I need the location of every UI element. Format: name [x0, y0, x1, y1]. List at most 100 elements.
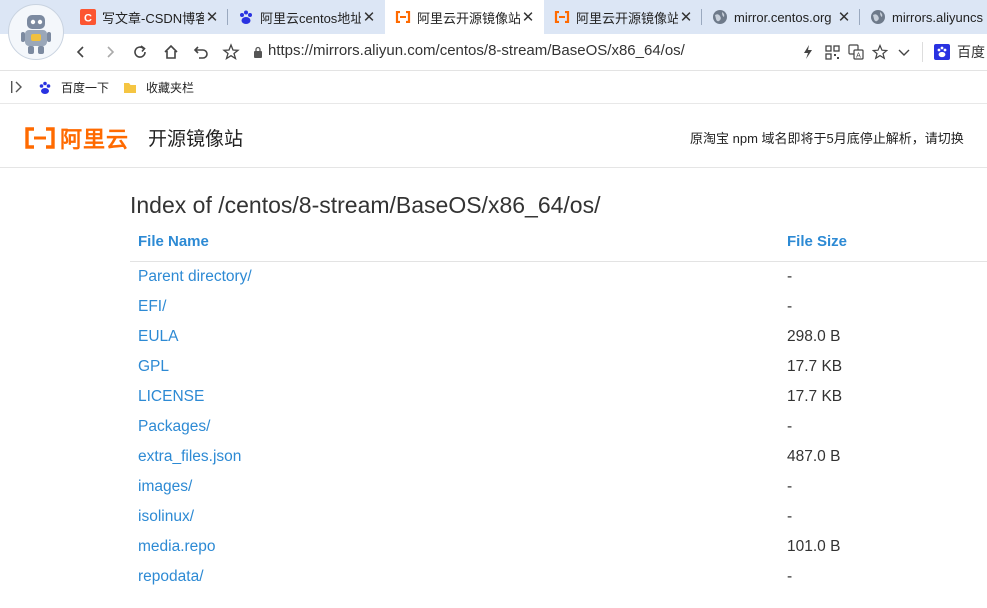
baidu-paw-icon [39, 81, 51, 94]
file-link[interactable]: repodata/ [138, 568, 204, 586]
table-row: Packages/ - [0, 412, 987, 442]
site-header: 阿里云 开源镜像站 原淘宝 npm 域名即将于5月底停止解析，请切换 [0, 104, 987, 168]
table-row: extra_files.json 487.0 B [0, 442, 987, 472]
site-title: 开源镜像站 [148, 129, 244, 150]
tab-title: 阿里云开源镜像站 [576, 10, 678, 26]
file-link[interactable]: EFI/ [138, 298, 166, 316]
home-icon [164, 44, 178, 59]
folder-icon [124, 82, 136, 93]
file-size: - [787, 298, 793, 315]
globe-icon [712, 9, 728, 25]
file-size: 17.7 KB [787, 388, 843, 405]
lightning-icon[interactable] [800, 44, 816, 60]
tab-mirrors-aliyuncs[interactable]: mirrors.aliyuncs [860, 0, 987, 34]
table-row: media.repo 101.0 B [0, 532, 987, 562]
file-size: - [787, 568, 793, 585]
file-size: 101.0 B [787, 538, 841, 555]
file-size: 17.7 KB [787, 358, 843, 375]
arrow-left-icon [76, 46, 84, 58]
tab-title: 阿里云centos地址 [260, 10, 361, 26]
favorite-star-icon[interactable] [872, 44, 888, 60]
file-link[interactable]: LICENSE [138, 388, 204, 406]
home-button[interactable] [160, 41, 182, 63]
url-field[interactable]: https://mirrors.aliyun.com/centos/8-stre… [268, 42, 685, 59]
file-link[interactable]: media.repo [138, 538, 216, 556]
tab-strip: C 写文章-CSDN博客 ✕ 阿里云centos地址 ✕ 阿里云开源镜像站 ✕ … [0, 0, 987, 60]
tab-csdn[interactable]: C 写文章-CSDN博客 ✕ [70, 0, 228, 34]
svg-text:C: C [84, 13, 92, 25]
translate-icon[interactable]: A [848, 44, 864, 60]
csdn-icon: C [80, 9, 96, 25]
file-link[interactable]: images/ [138, 478, 192, 496]
bookmark-folder-favorites[interactable]: 收藏夹栏 [123, 79, 194, 96]
star-icon [222, 43, 240, 60]
close-icon[interactable]: ✕ [361, 8, 377, 26]
search-engine-label[interactable]: 百度 [957, 42, 985, 62]
forward-button[interactable] [99, 41, 121, 63]
bookmarks-bar: 百度一下 收藏夹栏 [0, 71, 987, 104]
file-link[interactable]: isolinux/ [138, 508, 194, 526]
reload-icon [134, 45, 146, 58]
tab-aliyun-mirror-active[interactable]: 阿里云开源镜像站 ✕ [385, 0, 544, 34]
lock-icon [254, 46, 262, 58]
file-size: - [787, 268, 793, 285]
table-row: EFI/ - [0, 292, 987, 322]
baidu-paw-icon [238, 9, 254, 25]
address-toolbar: https://mirrors.aliyun.com/centos/8-stre… [0, 34, 987, 71]
tab-title: mirror.centos.org [734, 9, 832, 25]
bookmark-label: 百度一下 [61, 81, 110, 95]
close-icon[interactable]: ✕ [204, 8, 220, 26]
file-size: 298.0 B [787, 328, 841, 345]
file-size: - [787, 508, 793, 525]
table-row: GPL 17.7 KB [0, 352, 987, 382]
qr-code-icon[interactable] [824, 44, 840, 60]
table-row: images/ - [0, 472, 987, 502]
baidu-search-icon[interactable] [934, 44, 950, 60]
robot-avatar-icon [21, 15, 51, 54]
file-link[interactable]: EULA [138, 328, 179, 346]
reload-button[interactable] [129, 41, 151, 63]
bookmark-baidu[interactable]: 百度一下 [38, 79, 109, 96]
close-icon[interactable]: ✕ [836, 8, 852, 26]
file-link[interactable]: Packages/ [138, 418, 210, 436]
page-title: Index of /centos/8-stream/BaseOS/x86_64/… [130, 192, 601, 218]
file-link[interactable]: Parent directory/ [138, 268, 252, 286]
file-link[interactable]: extra_files.json [138, 448, 241, 466]
table-row: LICENSE 17.7 KB [0, 382, 987, 412]
undo-button[interactable] [190, 41, 212, 63]
aliyun-logo-icon [25, 127, 55, 149]
tab-title: mirrors.aliyuncs [892, 9, 984, 25]
notice-banner[interactable]: 原淘宝 npm 域名即将于5月底停止解析，请切换 [690, 128, 964, 147]
bookmark-label: 收藏夹栏 [146, 81, 195, 95]
arrow-right-icon [107, 46, 115, 58]
file-size: 487.0 B [787, 448, 841, 465]
globe-icon [870, 9, 886, 25]
aliyun-logo-icon [554, 9, 570, 25]
file-link[interactable]: GPL [138, 358, 169, 376]
table-row: isolinux/ - [0, 502, 987, 532]
tab-mirror-centos[interactable]: mirror.centos.org ✕ [702, 0, 860, 34]
close-icon[interactable]: ✕ [678, 8, 694, 26]
svg-text:A: A [856, 53, 861, 60]
column-header-file-name: File Name [138, 233, 209, 250]
table-row: Parent directory/ - [0, 262, 987, 292]
column-header-file-size: File Size [787, 233, 848, 250]
back-button[interactable] [70, 41, 92, 63]
aliyun-logo[interactable]: 阿里云 [24, 122, 129, 154]
chevron-down-icon[interactable] [896, 44, 912, 60]
table-row: repodata/ - [0, 562, 987, 592]
sidebar-toggle-icon[interactable] [10, 79, 26, 95]
close-icon[interactable]: ✕ [520, 8, 536, 26]
aliyun-logo-icon [395, 9, 411, 25]
logo-text: 阿里云 [60, 127, 130, 152]
tab-title: 阿里云开源镜像站 [417, 10, 520, 26]
undo-icon [193, 46, 208, 59]
table-row: EULA 298.0 B [0, 322, 987, 352]
file-size: - [787, 418, 793, 435]
file-size: - [787, 478, 793, 495]
avatar[interactable] [8, 4, 64, 60]
tab-aliyun-centos-address[interactable]: 阿里云centos地址 ✕ [228, 0, 385, 34]
tab-title: 写文章-CSDN博客 [102, 10, 204, 26]
bookmark-star-button[interactable] [220, 41, 242, 63]
tab-aliyun-mirror[interactable]: 阿里云开源镜像站 ✕ [544, 0, 702, 34]
